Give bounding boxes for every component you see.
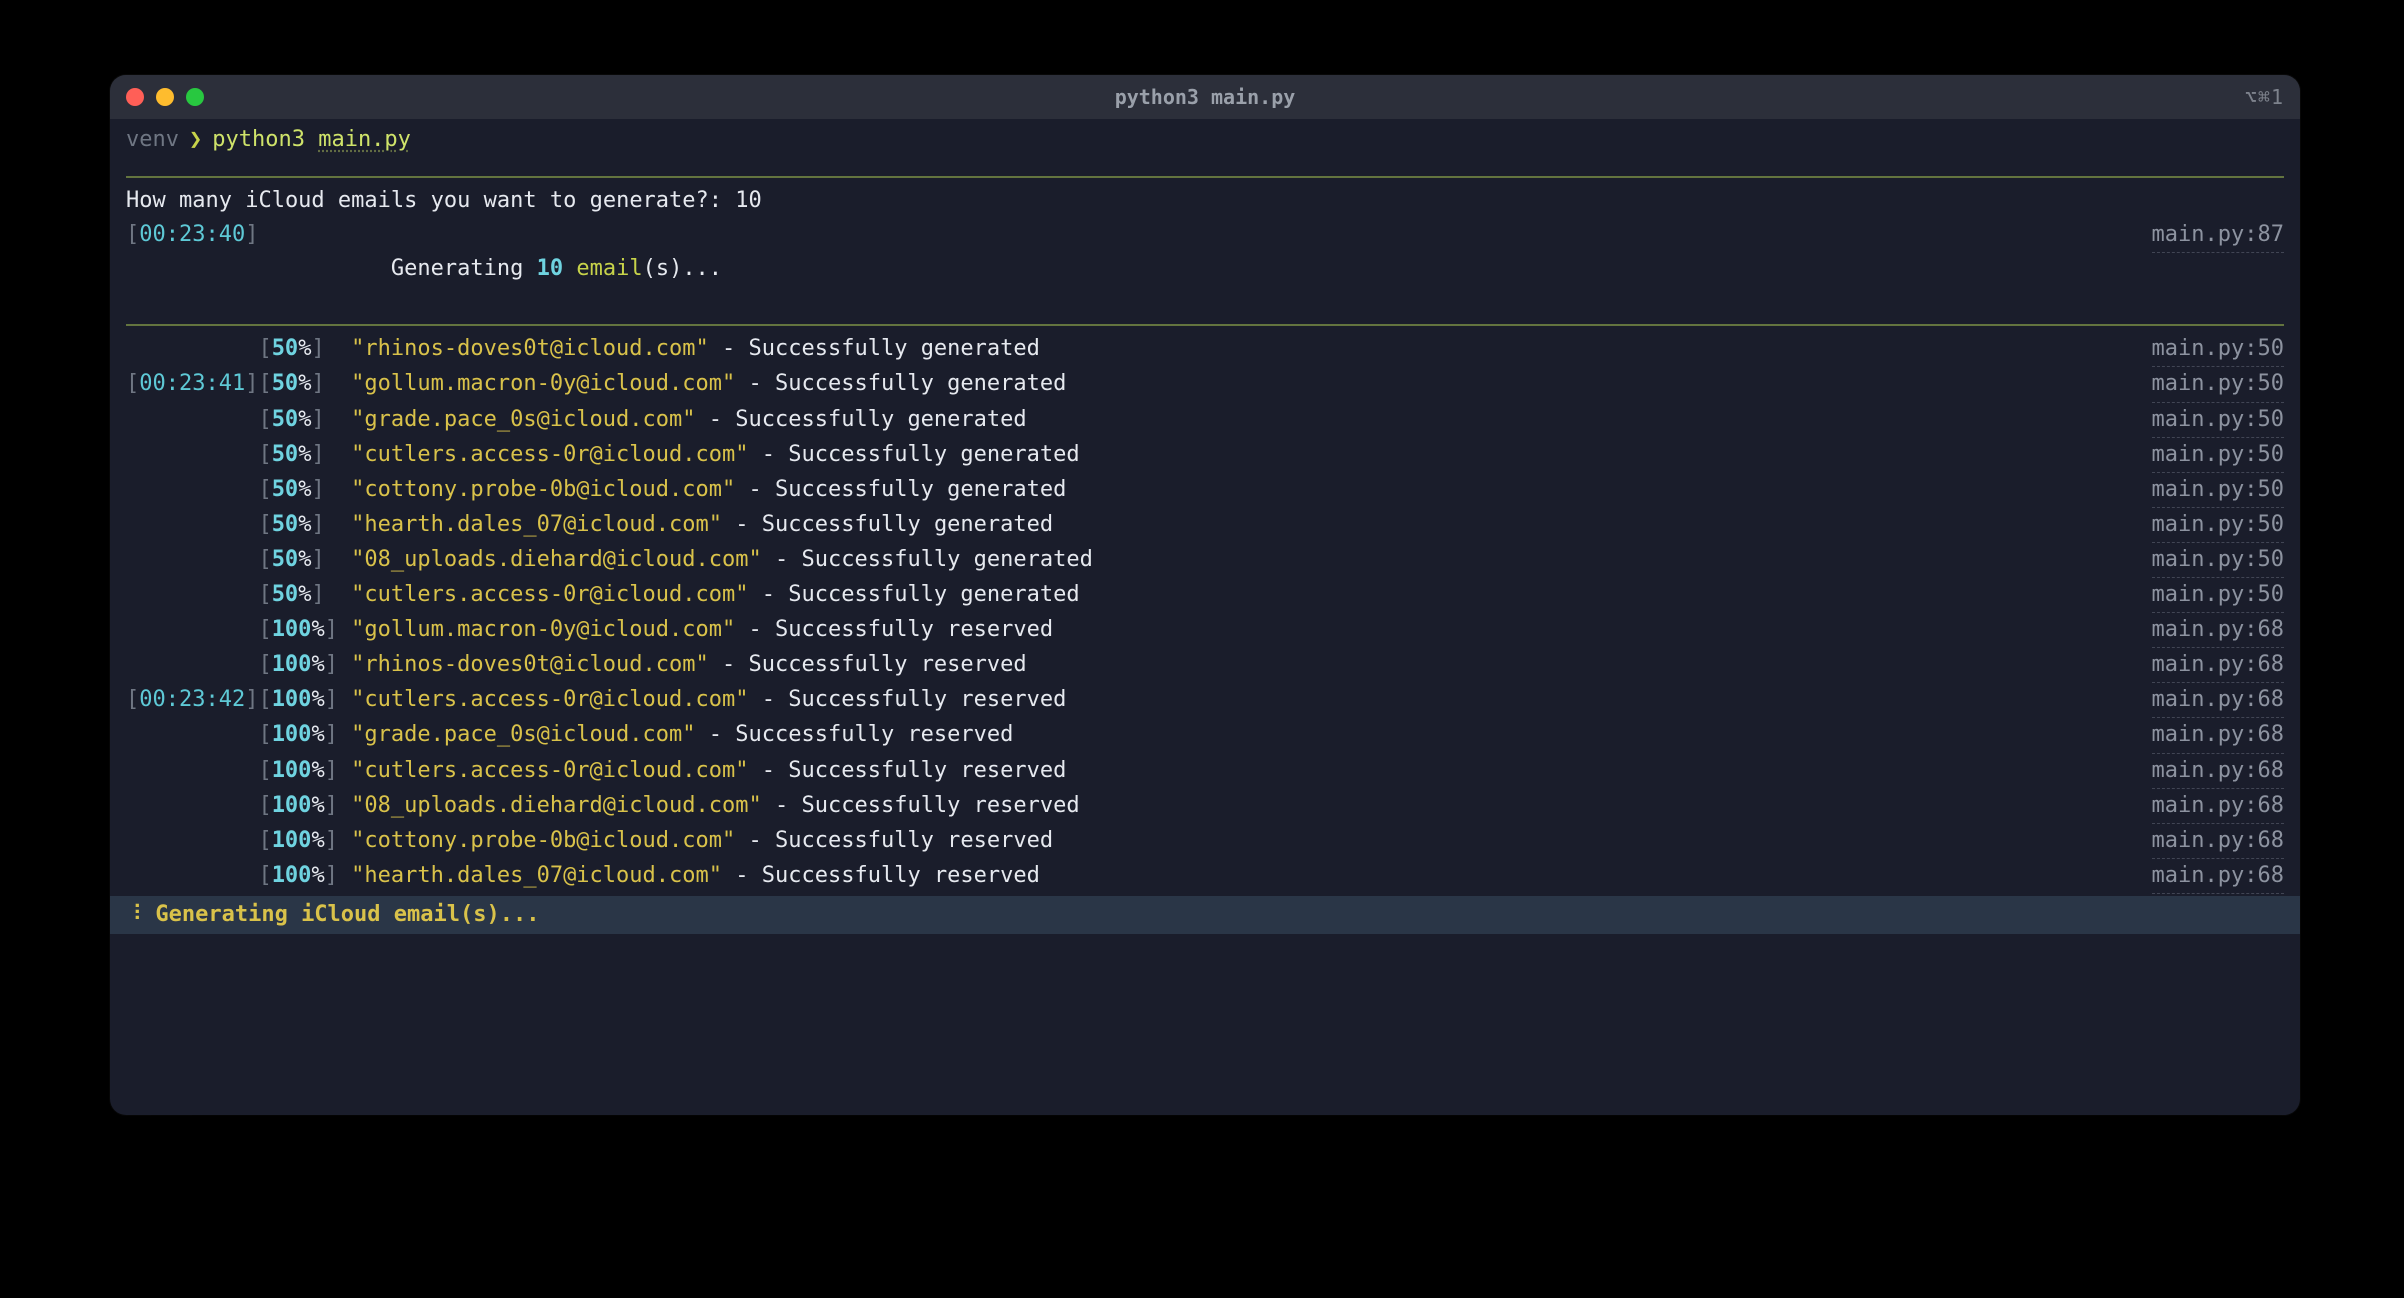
prompt-env: venv [126,127,179,152]
log-row: [100%]"cottony.probe-0b@icloud.com" - Su… [126,824,2284,859]
tab-shortcut: ⌥⌘1 [2245,85,2284,109]
percent-badge: [100%] [258,613,351,647]
source-ref: main.py:50 [2152,508,2284,543]
log-content: "hearth.dales_07@icloud.com" - Successfu… [351,859,2139,893]
log-row: [100%]"gollum.macron-0y@icloud.com" - Su… [126,613,2284,648]
percent-badge: [50%] [258,367,351,401]
prompt-command: python3 [212,127,305,152]
terminal-window: python3 main.py ⌥⌘1 venv ❯ python3 main.… [110,75,2300,1115]
prompt-caret: ❯ [179,127,212,152]
source-ref: main.py:50 [2152,403,2284,438]
zoom-icon[interactable] [186,88,204,106]
generating-line: [00:23:40] Generating 10 email(s)... mai… [126,218,2284,320]
log-row: [50%]"rhinos-doves0t@icloud.com" - Succe… [126,332,2284,367]
log-row: [50%]"08_uploads.diehard@icloud.com" - S… [126,543,2284,578]
source-ref: main.py:68 [2152,754,2284,789]
generating-mid: email [563,256,642,281]
percent-badge: [100%] [258,824,351,858]
source-ref: main.py:68 [2152,613,2284,648]
timestamp: [00:23:42] [126,683,258,717]
percent-badge: [50%] [258,543,351,577]
log-row: [50%]"grade.pace_0s@icloud.com" - Succes… [126,403,2284,438]
percent-badge: [100%] [258,754,351,788]
divider [126,176,2284,178]
log-content: "rhinos-doves0t@icloud.com" - Successful… [351,332,2139,366]
question-text: How many iCloud emails you want to gener… [126,184,735,218]
source-ref: main.py:68 [2152,859,2284,894]
source-ref: main.py:50 [2152,473,2284,508]
log-content: "cutlers.access-0r@icloud.com" - Success… [351,754,2139,788]
close-icon[interactable] [126,88,144,106]
percent-badge: [50%] [258,473,351,507]
prompt-arg: main.py [318,127,411,152]
log-row: [50%]"cutlers.access-0r@icloud.com" - Su… [126,438,2284,473]
divider [126,324,2284,326]
source-ref: main.py:68 [2152,824,2284,859]
generating-lead: Generating [391,256,537,281]
source-ref: main.py:87 [2152,218,2284,253]
log-content: "cutlers.access-0r@icloud.com" - Success… [351,438,2139,472]
log-content: "gollum.macron-0y@icloud.com" - Successf… [351,367,2139,401]
source-ref: main.py:50 [2152,543,2284,578]
log-row: [00:23:41][50%]"gollum.macron-0y@icloud.… [126,367,2284,402]
log-content: "hearth.dales_07@icloud.com" - Successfu… [351,508,2139,542]
percent-badge: [50%] [258,578,351,612]
log-content: "cutlers.access-0r@icloud.com" - Success… [351,578,2139,612]
minimize-icon[interactable] [156,88,174,106]
log-row: [50%]"cottony.probe-0b@icloud.com" - Suc… [126,473,2284,508]
window-controls [126,88,204,106]
percent-badge: [100%] [258,789,351,823]
window-title: python3 main.py [110,85,2300,109]
spinner-icon: ⠸ [126,898,142,932]
terminal-body[interactable]: How many iCloud emails you want to gener… [110,158,2300,1115]
source-ref: main.py:50 [2152,332,2284,367]
log-content: "cottony.probe-0b@icloud.com" - Successf… [351,824,2139,858]
log-content: "08_uploads.diehard@icloud.com" - Succes… [351,789,2139,823]
source-ref: main.py:68 [2152,648,2284,683]
source-ref: main.py:50 [2152,578,2284,613]
log-row: [100%]"rhinos-doves0t@icloud.com" - Succ… [126,648,2284,683]
log-content: "cutlers.access-0r@icloud.com" - Success… [351,683,2139,717]
timestamp: [00:23:41] [126,367,258,401]
source-ref: main.py:68 [2152,683,2284,718]
log-content: "grade.pace_0s@icloud.com" - Successfull… [351,403,2139,437]
source-ref: main.py:68 [2152,718,2284,753]
log-row: [100%]"08_uploads.diehard@icloud.com" - … [126,789,2284,824]
percent-badge: [100%] [258,718,351,752]
question-line: How many iCloud emails you want to gener… [126,184,2284,218]
percent-badge: [50%] [258,438,351,472]
log-row: [100%]"cutlers.access-0r@icloud.com" - S… [126,754,2284,789]
log-row: [100%]"hearth.dales_07@icloud.com" - Suc… [126,859,2284,894]
shell-prompt[interactable]: venv ❯ python3 main.py [110,119,2300,158]
log-row: [50%]"hearth.dales_07@icloud.com" - Succ… [126,508,2284,543]
percent-badge: [50%] [258,403,351,437]
log-content: "rhinos-doves0t@icloud.com" - Successful… [351,648,2139,682]
percent-badge: [100%] [258,859,351,893]
generating-tail: (s)... [643,256,722,281]
percent-badge: [50%] [258,332,351,366]
source-ref: main.py:68 [2152,789,2284,824]
source-ref: main.py:50 [2152,438,2284,473]
percent-badge: [100%] [258,648,351,682]
percent-badge: [100%] [258,683,351,717]
source-ref: main.py:50 [2152,367,2284,402]
log-content: "cottony.probe-0b@icloud.com" - Successf… [351,473,2139,507]
log-content: "grade.pace_0s@icloud.com" - Successfull… [351,718,2139,752]
titlebar: python3 main.py ⌥⌘1 [110,75,2300,119]
status-text: Generating iCloud email(s)... [142,898,539,932]
log-row: [00:23:42][100%]"cutlers.access-0r@iclou… [126,683,2284,718]
log-row: [100%]"grade.pace_0s@icloud.com" - Succe… [126,718,2284,753]
status-line: ⠸ Generating iCloud email(s)... [110,896,2300,934]
generating-count: 10 [537,256,564,281]
percent-badge: [50%] [258,508,351,542]
timestamp: [00:23:40] [126,218,258,252]
question-answer: 10 [735,184,762,218]
log-row: [50%]"cutlers.access-0r@icloud.com" - Su… [126,578,2284,613]
log-content: "gollum.macron-0y@icloud.com" - Successf… [351,613,2139,647]
log-content: "08_uploads.diehard@icloud.com" - Succes… [351,543,2139,577]
